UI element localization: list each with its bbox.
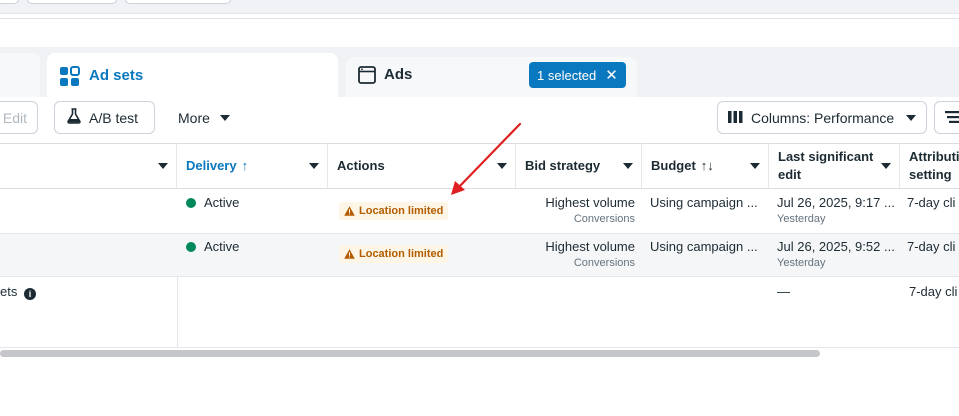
- ads-manager-page: Ad sets Ads 1 selected ✕ Edit A/B test M…: [0, 0, 959, 416]
- annotation-arrow-icon: [451, 122, 522, 195]
